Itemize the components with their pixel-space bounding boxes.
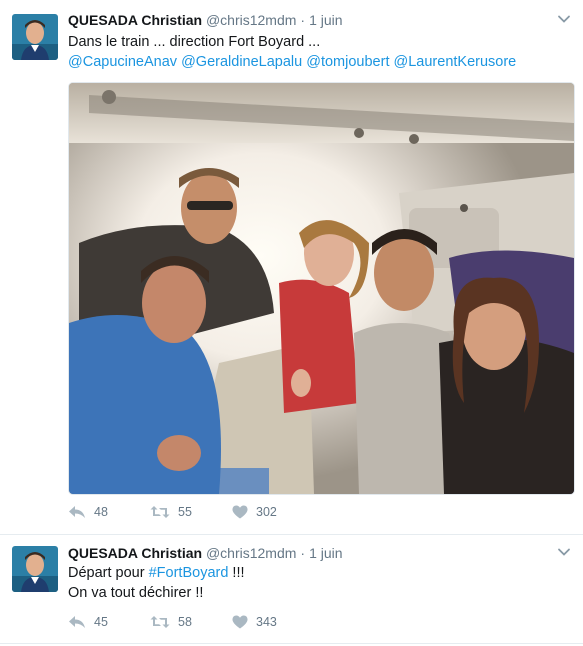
mention-link[interactable]: @tomjoubert xyxy=(306,54,389,70)
tweet-header: QUESADA Christian @chris12mdm · 1 juin xyxy=(68,12,343,28)
timestamp[interactable]: 1 juin xyxy=(309,545,342,561)
author-handle[interactable]: @chris12mdm xyxy=(206,545,296,561)
hashtag-link[interactable]: #FortBoyard xyxy=(149,565,229,581)
mention-list: @CapucineAnav @GeraldineLapalu @tomjoube… xyxy=(68,52,516,72)
tweet[interactable]: QUESADA Christian @chris12mdm · 1 juin Dép… xyxy=(0,535,583,644)
reply-count: 45 xyxy=(94,615,108,629)
tweet-text-line: Dans le train ... direction Fort Boyard … xyxy=(68,34,321,50)
like-button[interactable]: 343 xyxy=(232,615,314,629)
reply-icon xyxy=(69,616,85,628)
tweet-text: Départ pour #FortBoyard !!! On va tout d… xyxy=(68,563,245,603)
reply-icon xyxy=(69,506,85,518)
heart-icon xyxy=(232,615,248,629)
retweet-count: 55 xyxy=(178,505,192,519)
like-count: 302 xyxy=(256,505,277,519)
reply-button[interactable]: 45 xyxy=(68,615,150,629)
tweet-text: Dans le train ... direction Fort Boyard … xyxy=(68,32,516,72)
mention-link[interactable]: @GeraldineLapalu xyxy=(181,54,302,70)
retweet-icon xyxy=(150,506,170,518)
mention-link[interactable]: @LaurentKerusore xyxy=(394,54,517,70)
mention-link[interactable]: @CapucineAnav xyxy=(68,54,177,70)
text-fragment: !!! xyxy=(228,565,245,581)
retweet-icon xyxy=(150,616,170,628)
tweet-text-line: Départ pour #FortBoyard !!! xyxy=(68,563,245,583)
author-name[interactable]: QUESADA Christian xyxy=(68,12,202,28)
timestamp[interactable]: 1 juin xyxy=(309,12,342,28)
like-count: 343 xyxy=(256,615,277,629)
author-handle[interactable]: @chris12mdm xyxy=(206,12,296,28)
reply-button[interactable]: 48 xyxy=(68,505,150,519)
text-fragment: Départ pour xyxy=(68,565,149,581)
tweet-photo[interactable] xyxy=(68,82,575,495)
retweet-button[interactable]: 55 xyxy=(150,505,232,519)
tweet-text-line: On va tout déchirer !! xyxy=(68,585,204,601)
separator-dot: · xyxy=(300,12,306,28)
reply-count: 48 xyxy=(94,505,108,519)
author-name[interactable]: QUESADA Christian xyxy=(68,545,202,561)
avatar[interactable] xyxy=(12,546,58,592)
tweet-actions: 45 58 343 xyxy=(68,615,314,629)
retweet-button[interactable]: 58 xyxy=(150,615,232,629)
chevron-down-icon[interactable] xyxy=(557,12,571,26)
heart-icon xyxy=(232,505,248,519)
like-button[interactable]: 302 xyxy=(232,505,314,519)
tweet-header: QUESADA Christian @chris12mdm · 1 juin xyxy=(68,545,343,561)
retweet-count: 58 xyxy=(178,615,192,629)
tweet[interactable]: QUESADA Christian @chris12mdm · 1 juin Dan… xyxy=(0,0,583,535)
avatar[interactable] xyxy=(12,14,58,60)
tweet-actions: 48 55 302 xyxy=(68,505,314,519)
chevron-down-icon[interactable] xyxy=(557,545,571,559)
separator-dot: · xyxy=(300,545,306,561)
